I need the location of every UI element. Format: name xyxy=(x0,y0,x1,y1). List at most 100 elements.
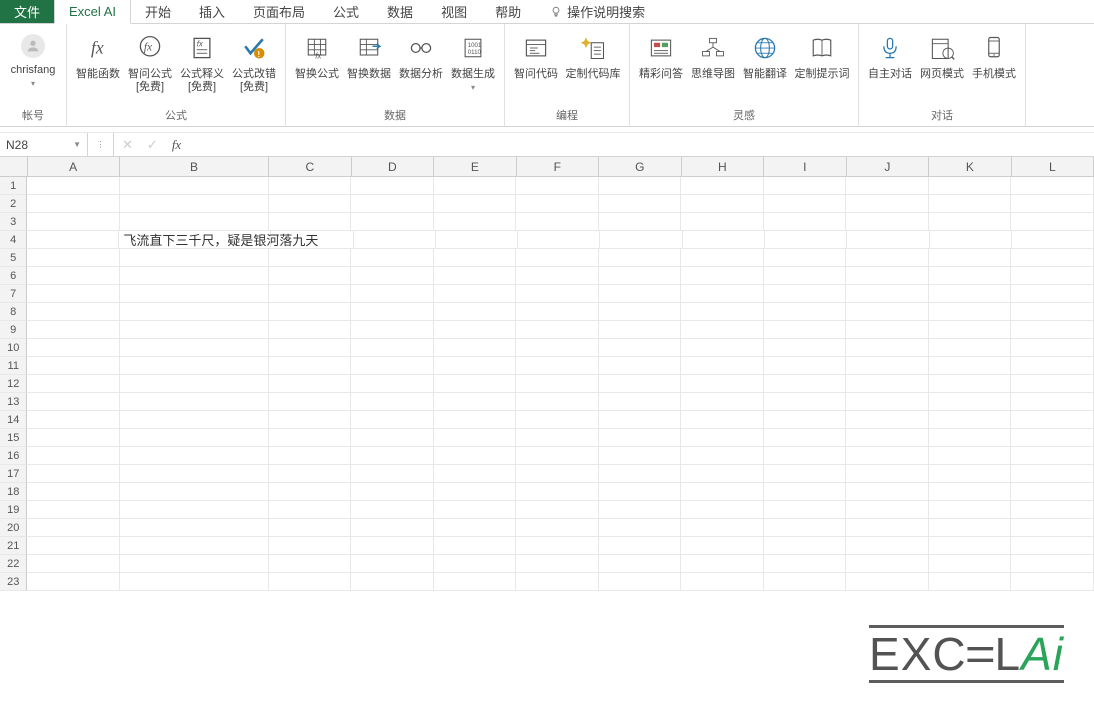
swap-data-button[interactable]: 智换数据 xyxy=(344,28,394,105)
col-header-L[interactable]: L xyxy=(1012,157,1094,177)
cell-E7[interactable] xyxy=(434,285,517,303)
cell-F16[interactable] xyxy=(516,447,599,465)
fx-expand[interactable]: ⋮ xyxy=(88,133,114,156)
ask-code-button[interactable]: 智问代码 xyxy=(511,28,561,105)
cell-D23[interactable] xyxy=(351,573,434,591)
cell-E10[interactable] xyxy=(434,339,517,357)
cell-I12[interactable] xyxy=(764,375,847,393)
cell-L15[interactable] xyxy=(1011,429,1094,447)
cell-L14[interactable] xyxy=(1011,411,1094,429)
account-button[interactable]: chrisfang▾ xyxy=(6,28,60,105)
cell-H20[interactable] xyxy=(681,519,764,537)
col-header-C[interactable]: C xyxy=(269,157,352,177)
row-header-19[interactable]: 19 xyxy=(0,501,27,519)
cell-H6[interactable] xyxy=(681,267,764,285)
cell-K16[interactable] xyxy=(929,447,1012,465)
row-header-4[interactable]: 4 xyxy=(0,231,27,249)
cell-H14[interactable] xyxy=(681,411,764,429)
cell-C10[interactable] xyxy=(269,339,352,357)
cell-C13[interactable] xyxy=(269,393,352,411)
cell-D8[interactable] xyxy=(351,303,434,321)
cell-J10[interactable] xyxy=(846,339,929,357)
row-header-22[interactable]: 22 xyxy=(0,555,27,573)
cell-I15[interactable] xyxy=(764,429,847,447)
cell-K4[interactable] xyxy=(930,231,1012,249)
cell-G18[interactable] xyxy=(599,483,682,501)
cell-C7[interactable] xyxy=(269,285,352,303)
cell-B16[interactable] xyxy=(120,447,269,465)
cell-L12[interactable] xyxy=(1011,375,1094,393)
cell-F13[interactable] xyxy=(516,393,599,411)
cell-I14[interactable] xyxy=(764,411,847,429)
cell-B6[interactable] xyxy=(120,267,269,285)
cell-K2[interactable] xyxy=(929,195,1012,213)
cell-L8[interactable] xyxy=(1011,303,1094,321)
cell-J5[interactable] xyxy=(846,249,929,267)
cell-J6[interactable] xyxy=(846,267,929,285)
cell-G10[interactable] xyxy=(599,339,682,357)
row-header-13[interactable]: 13 xyxy=(0,393,27,411)
cell-L19[interactable] xyxy=(1011,501,1094,519)
cell-F15[interactable] xyxy=(516,429,599,447)
cell-A18[interactable] xyxy=(27,483,119,501)
cell-B15[interactable] xyxy=(120,429,269,447)
cancel-icon[interactable]: ✕ xyxy=(122,137,133,153)
cell-E11[interactable] xyxy=(434,357,517,375)
cell-D6[interactable] xyxy=(351,267,434,285)
cell-C20[interactable] xyxy=(269,519,352,537)
formula-input[interactable] xyxy=(189,133,1094,156)
cell-K19[interactable] xyxy=(929,501,1012,519)
cell-J11[interactable] xyxy=(846,357,929,375)
cell-I11[interactable] xyxy=(764,357,847,375)
cell-K3[interactable] xyxy=(929,213,1012,231)
col-header-K[interactable]: K xyxy=(929,157,1012,177)
cell-D4[interactable] xyxy=(354,231,436,249)
cell-F20[interactable] xyxy=(516,519,599,537)
cell-H18[interactable] xyxy=(681,483,764,501)
row-header-17[interactable]: 17 xyxy=(0,465,27,483)
cell-L4[interactable] xyxy=(1012,231,1094,249)
cell-I1[interactable] xyxy=(764,177,847,195)
cell-I5[interactable] xyxy=(764,249,847,267)
cell-A15[interactable] xyxy=(27,429,119,447)
cell-H2[interactable] xyxy=(681,195,764,213)
cell-A9[interactable] xyxy=(27,321,119,339)
cell-D20[interactable] xyxy=(351,519,434,537)
cell-J23[interactable] xyxy=(846,573,929,591)
tab-help[interactable]: 帮助 xyxy=(481,0,535,23)
cell-G6[interactable] xyxy=(599,267,682,285)
cell-F8[interactable] xyxy=(516,303,599,321)
cell-E9[interactable] xyxy=(434,321,517,339)
cell-L23[interactable] xyxy=(1011,573,1094,591)
mindmap-button[interactable]: 思维导图 xyxy=(688,28,738,105)
cell-D5[interactable] xyxy=(351,249,434,267)
cell-H12[interactable] xyxy=(681,375,764,393)
cell-K9[interactable] xyxy=(929,321,1012,339)
cell-K14[interactable] xyxy=(929,411,1012,429)
select-all-corner[interactable] xyxy=(0,157,28,177)
cell-J8[interactable] xyxy=(846,303,929,321)
row-header-7[interactable]: 7 xyxy=(0,285,27,303)
data-analysis-button[interactable]: 数据分析 xyxy=(396,28,446,105)
cell-H4[interactable] xyxy=(683,231,765,249)
cell-J14[interactable] xyxy=(846,411,929,429)
cell-D1[interactable] xyxy=(351,177,434,195)
cell-I4[interactable] xyxy=(765,231,847,249)
cell-J7[interactable] xyxy=(846,285,929,303)
cell-F18[interactable] xyxy=(516,483,599,501)
cell-D11[interactable] xyxy=(351,357,434,375)
cell-D15[interactable] xyxy=(351,429,434,447)
cell-J17[interactable] xyxy=(846,465,929,483)
cell-H5[interactable] xyxy=(681,249,764,267)
row-header-1[interactable]: 1 xyxy=(0,177,27,195)
cell-B11[interactable] xyxy=(120,357,269,375)
cell-F6[interactable] xyxy=(516,267,599,285)
col-header-F[interactable]: F xyxy=(517,157,600,177)
cell-G1[interactable] xyxy=(599,177,682,195)
cell-K20[interactable] xyxy=(929,519,1012,537)
cell-K1[interactable] xyxy=(929,177,1012,195)
col-header-G[interactable]: G xyxy=(599,157,682,177)
cell-K15[interactable] xyxy=(929,429,1012,447)
cell-B23[interactable] xyxy=(120,573,269,591)
cell-J16[interactable] xyxy=(846,447,929,465)
